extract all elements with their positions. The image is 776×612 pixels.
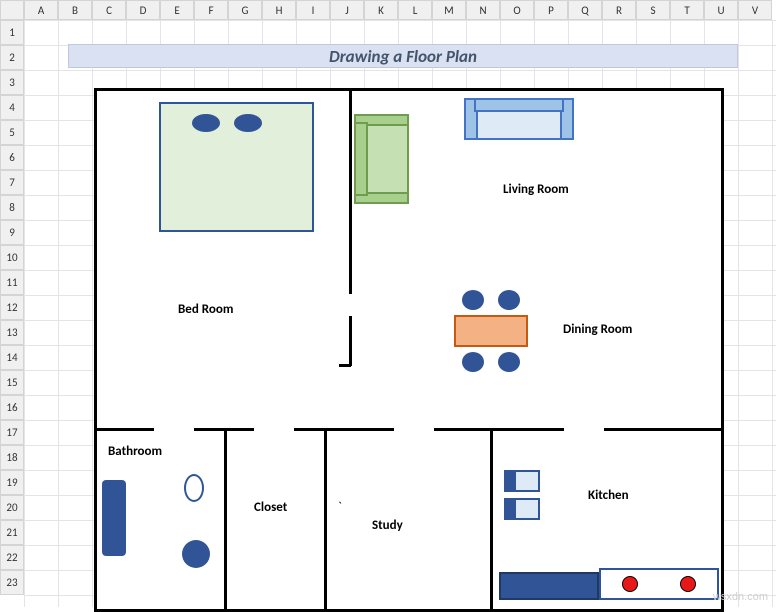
col-header[interactable]: M (432, 0, 466, 20)
label-closet: Closet (250, 498, 291, 517)
row-header[interactable]: 23 (0, 570, 24, 595)
col-header[interactable]: B (58, 0, 92, 20)
counter-shape[interactable] (499, 572, 599, 600)
burner-shape[interactable] (622, 576, 638, 592)
pillow-shape[interactable] (234, 114, 262, 132)
row-header[interactable]: 5 (0, 120, 24, 145)
dining-chair-shape[interactable] (462, 352, 484, 372)
col-header[interactable]: J (330, 0, 364, 20)
col-header[interactable]: H (262, 0, 296, 20)
col-header[interactable]: F (194, 0, 228, 20)
wall (324, 428, 327, 612)
col-header[interactable]: A (24, 0, 58, 20)
row-header[interactable]: 14 (0, 345, 24, 370)
wall (224, 428, 227, 612)
row-header[interactable]: 7 (0, 170, 24, 195)
row-header[interactable]: 10 (0, 245, 24, 270)
burner-shape[interactable] (680, 576, 696, 592)
row-header[interactable]: 9 (0, 220, 24, 245)
door-gap (564, 428, 604, 431)
label-bathroom: Bathroom (104, 442, 166, 461)
row-header[interactable]: 6 (0, 145, 24, 170)
label-dining: Dining Room (559, 320, 636, 339)
door-gap (154, 428, 194, 431)
row-header[interactable]: 15 (0, 370, 24, 395)
row-header[interactable]: 1 (0, 20, 24, 45)
col-header[interactable]: D (126, 0, 160, 20)
col-header[interactable]: P (534, 0, 568, 20)
bathtub-shape[interactable] (102, 480, 126, 556)
wall (490, 428, 493, 612)
wall (339, 364, 351, 367)
row-header[interactable]: 4 (0, 95, 24, 120)
kitchen-seat-back (504, 498, 516, 520)
col-header[interactable]: Q (568, 0, 602, 20)
label-living: Living Room (499, 180, 573, 199)
blue-sofa-back (474, 98, 564, 112)
grid-area[interactable]: Drawing a Floor Plan (24, 20, 776, 607)
col-header[interactable]: C (92, 0, 126, 20)
label-bedroom: Bed Room (174, 300, 237, 319)
col-header[interactable]: O (500, 0, 534, 20)
col-header[interactable]: E (160, 0, 194, 20)
row-header[interactable]: 13 (0, 320, 24, 345)
wall (349, 88, 352, 294)
door-gap (394, 428, 434, 431)
row-header[interactable]: 22 (0, 545, 24, 570)
pillow-shape[interactable] (192, 114, 220, 132)
sink-shape[interactable] (184, 474, 204, 502)
dining-table-shape[interactable] (454, 315, 528, 347)
dining-chair-shape[interactable] (462, 290, 484, 310)
col-header[interactable]: S (636, 0, 670, 20)
row-header[interactable]: 11 (0, 270, 24, 295)
dining-chair-shape[interactable] (498, 352, 520, 372)
col-header[interactable]: K (364, 0, 398, 20)
toilet-shape[interactable] (182, 540, 210, 568)
wall (349, 316, 352, 366)
dining-chair-shape[interactable] (498, 290, 520, 310)
col-header[interactable]: U (704, 0, 738, 20)
label-kitchen: Kitchen (584, 486, 633, 505)
row-header[interactable]: 20 (0, 495, 24, 520)
row-header[interactable]: 3 (0, 70, 24, 95)
stove-shape[interactable] (599, 568, 719, 600)
door-gap (254, 428, 294, 431)
row-header[interactable]: 2 (0, 45, 24, 70)
stray-text: ` (334, 498, 346, 517)
spreadsheet: A B C D E F G H I J K L M N O P Q R S T … (0, 0, 776, 607)
page-title: Drawing a Floor Plan (68, 44, 738, 68)
col-header[interactable]: I (296, 0, 330, 20)
row-header[interactable]: 8 (0, 195, 24, 220)
row-header[interactable]: 18 (0, 445, 24, 470)
select-all-corner[interactable] (0, 0, 24, 20)
watermark: wsxdn.com (713, 591, 768, 603)
col-header[interactable]: T (670, 0, 704, 20)
col-header[interactable]: R (602, 0, 636, 20)
col-header[interactable]: L (398, 0, 432, 20)
row-header[interactable]: 19 (0, 470, 24, 495)
kitchen-seat-back (504, 470, 516, 492)
row-header[interactable]: 12 (0, 295, 24, 320)
label-study: Study (368, 516, 407, 535)
col-header[interactable]: N (466, 0, 500, 20)
row-header[interactable]: 17 (0, 420, 24, 445)
row-header[interactable]: 21 (0, 520, 24, 545)
row-header[interactable]: 16 (0, 395, 24, 420)
green-sofa-back (354, 122, 368, 196)
col-header[interactable]: G (228, 0, 262, 20)
col-header[interactable]: V (738, 0, 772, 20)
